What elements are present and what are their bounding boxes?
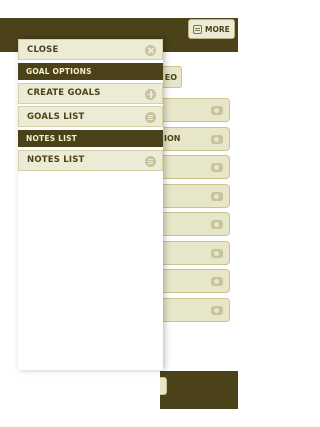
list-item[interactable]	[160, 98, 230, 122]
goals-list-label: GOALS LIST	[27, 111, 85, 122]
app-screen: MORE EO ION CLOSE GOAL OPTIONS CREATE GO…	[0, 0, 256, 427]
video-icon[interactable]	[211, 305, 223, 315]
close-menu-button[interactable]: CLOSE	[18, 39, 163, 60]
close-icon	[145, 45, 156, 56]
video-icon[interactable]	[211, 248, 223, 258]
close-label: CLOSE	[27, 44, 59, 55]
video-icon[interactable]	[211, 191, 223, 201]
create-goals-button[interactable]: CREATE GOALS	[18, 82, 163, 104]
more-button[interactable]: MORE	[188, 19, 235, 39]
note-list: ION	[160, 98, 230, 326]
list-item[interactable]	[160, 183, 230, 208]
notes-list-button[interactable]: NOTES LIST	[18, 149, 163, 171]
plus-icon	[145, 88, 156, 100]
more-label: MORE	[205, 24, 230, 34]
list-item[interactable]	[160, 269, 230, 293]
notes-list-heading: NOTES LIST	[18, 129, 163, 147]
video-icon[interactable]	[211, 163, 223, 172]
more-icon	[193, 24, 202, 34]
video-icon[interactable]	[211, 220, 223, 229]
notes-list-label: NOTES LIST	[27, 155, 85, 165]
video-tab-label: EO	[164, 72, 177, 82]
video-icon[interactable]	[211, 277, 223, 286]
video-tab-button[interactable]: EO	[160, 66, 182, 88]
list-item[interactable]	[160, 212, 230, 236]
list-item[interactable]	[160, 155, 230, 179]
list-item[interactable]	[160, 240, 230, 265]
video-icon[interactable]	[211, 106, 223, 115]
list-icon	[145, 155, 156, 167]
goals-list-button[interactable]: GOALS LIST	[18, 106, 163, 127]
list-item[interactable]: ION	[160, 126, 230, 151]
side-menu: CLOSE GOAL OPTIONS CREATE GOALS GOALS LI…	[18, 39, 163, 370]
list-icon	[145, 112, 156, 123]
create-goals-label: CREATE GOALS	[27, 88, 101, 98]
goal-options-heading-label: GOAL OPTIONS	[26, 66, 92, 76]
footer-button[interactable]	[160, 377, 167, 395]
goal-options-heading: GOAL OPTIONS	[18, 62, 163, 80]
footer-bar	[160, 371, 238, 409]
notes-list-heading-label: NOTES LIST	[26, 133, 77, 143]
video-icon[interactable]	[211, 134, 223, 144]
list-item[interactable]	[160, 297, 230, 322]
